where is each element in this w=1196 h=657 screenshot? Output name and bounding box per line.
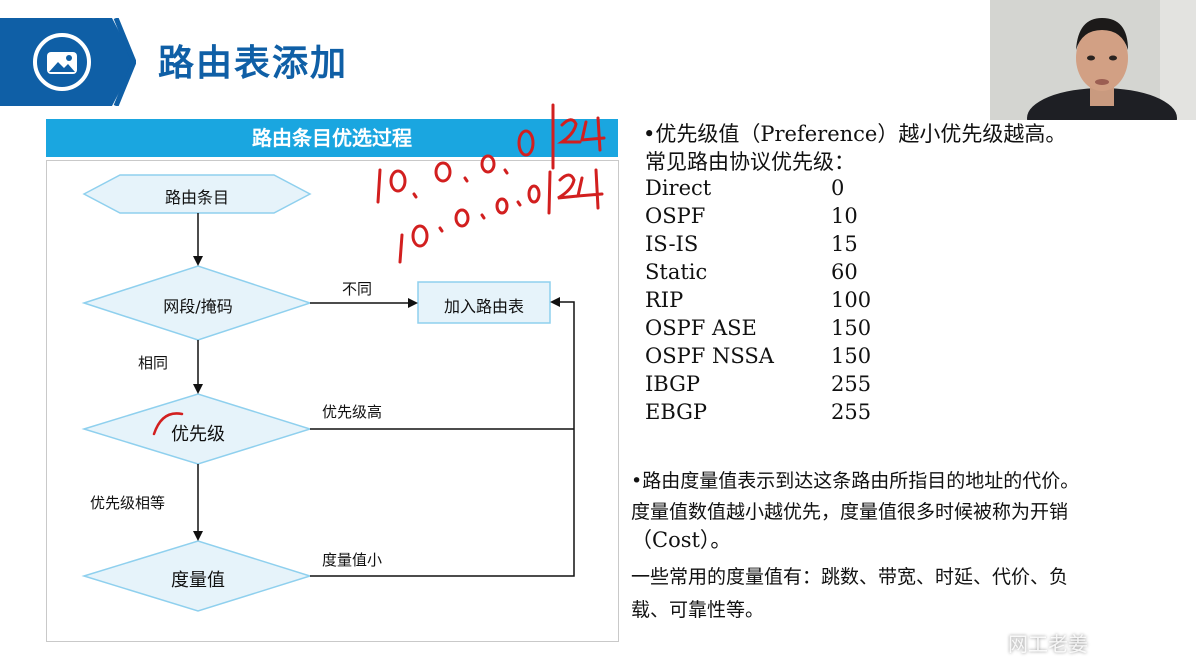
protocol-name: IS-IS	[645, 232, 699, 256]
table-row: IS-IS 15	[645, 230, 871, 258]
metric-label: 度量值	[171, 570, 225, 591]
edge-label-priority-high: 优先级高	[322, 403, 383, 421]
table-row: EBGP 255	[645, 398, 871, 426]
common-priority-title: 常见路由协议优先级：	[645, 150, 855, 174]
protocol-value: 255	[831, 372, 872, 396]
segment-mask-label: 网段/掩码	[163, 297, 233, 316]
table-row: Direct 0	[645, 174, 871, 202]
protocol-value: 150	[831, 316, 872, 340]
table-row: OSPF NSSA 150	[645, 342, 871, 370]
route-entry-label: 路由条目	[164, 188, 229, 207]
handwritten-annotation	[152, 103, 606, 436]
edge-label-different: 不同	[342, 280, 373, 298]
edge-label-same: 相同	[138, 354, 169, 372]
metric-description-line2: 度量值数值越小越优先，度量值很多时候被称为开销	[631, 501, 1069, 523]
watermark: 网工老姜	[1008, 632, 1088, 656]
protocol-value: 60	[831, 260, 858, 284]
table-row: RIP 100	[645, 286, 871, 314]
priority-label: 优先级	[171, 424, 225, 445]
protocol-name: OSPF ASE	[645, 316, 757, 340]
protocol-value: 10	[831, 204, 858, 228]
table-row: OSPF 10	[645, 202, 871, 230]
preference-intro: •优先级值（Preference）越小优先级越高。	[643, 122, 1067, 146]
edge-label-priority-equal: 优先级相等	[90, 494, 166, 512]
table-row: Static 60	[645, 258, 871, 286]
edge-metric-to-add	[310, 297, 575, 577]
protocol-value: 0	[831, 176, 845, 200]
protocol-value: 100	[831, 288, 872, 312]
flowchart-diagram	[81, 103, 606, 612]
table-row: IBGP 255	[645, 370, 871, 398]
protocol-name: Static	[645, 260, 708, 284]
common-metrics-line1: 一些常用的度量值有：跳数、带宽、时延、代价、负	[631, 566, 1069, 588]
add-table-label: 加入路由表	[443, 297, 524, 316]
protocol-name: RIP	[645, 288, 684, 312]
protocol-value: 255	[831, 400, 872, 424]
protocol-name: IBGP	[645, 372, 701, 396]
protocol-name: OSPF NSSA	[645, 344, 774, 368]
metric-description-line3: （Cost）。	[631, 528, 732, 552]
metric-description-line1: •路由度量值表示到达这条路由所指目的地址的代价。	[631, 470, 1080, 492]
edge-label-metric-small: 度量值小	[322, 551, 383, 569]
table-row: OSPF ASE 150	[645, 314, 871, 342]
protocol-value: 150	[831, 344, 872, 368]
protocol-priority-table: Direct 0 OSPF 10 IS-IS 15 Static 60 RIP 100 O…	[645, 174, 871, 426]
common-metrics-line2: 载、可靠性等。	[631, 599, 765, 621]
protocol-value: 15	[831, 232, 858, 256]
protocol-name: EBGP	[645, 400, 708, 424]
protocol-name: Direct	[645, 176, 712, 200]
protocol-name: OSPF	[645, 204, 706, 228]
